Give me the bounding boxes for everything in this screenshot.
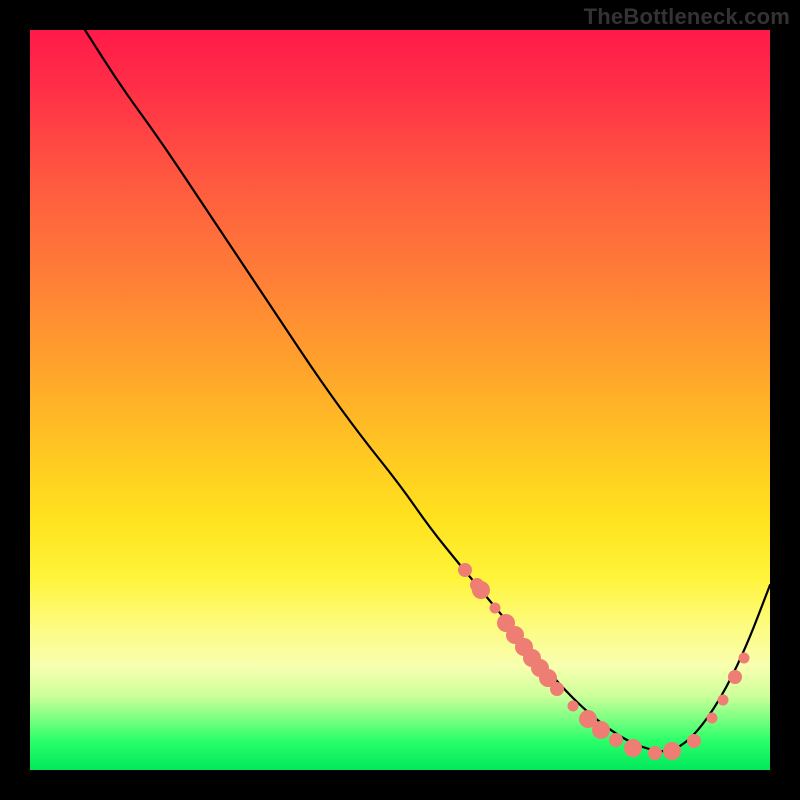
- highlighted-points-group: [458, 563, 750, 760]
- curve-path: [85, 30, 770, 751]
- data-point: [568, 701, 579, 712]
- data-point: [728, 670, 742, 684]
- chart-svg: [30, 30, 770, 770]
- data-point: [490, 603, 501, 614]
- data-point: [458, 563, 472, 577]
- data-point: [687, 734, 701, 748]
- chart-frame: TheBottleneck.com: [0, 0, 800, 800]
- data-point: [663, 742, 681, 760]
- data-point: [739, 653, 750, 664]
- plot-area: [30, 30, 770, 770]
- data-point: [472, 581, 490, 599]
- data-point: [550, 682, 564, 696]
- data-point: [609, 733, 623, 747]
- data-point: [718, 695, 729, 706]
- data-point: [707, 713, 718, 724]
- watermark-text: TheBottleneck.com: [584, 4, 790, 30]
- data-point: [592, 721, 610, 739]
- data-point: [648, 746, 662, 760]
- data-point: [624, 739, 642, 757]
